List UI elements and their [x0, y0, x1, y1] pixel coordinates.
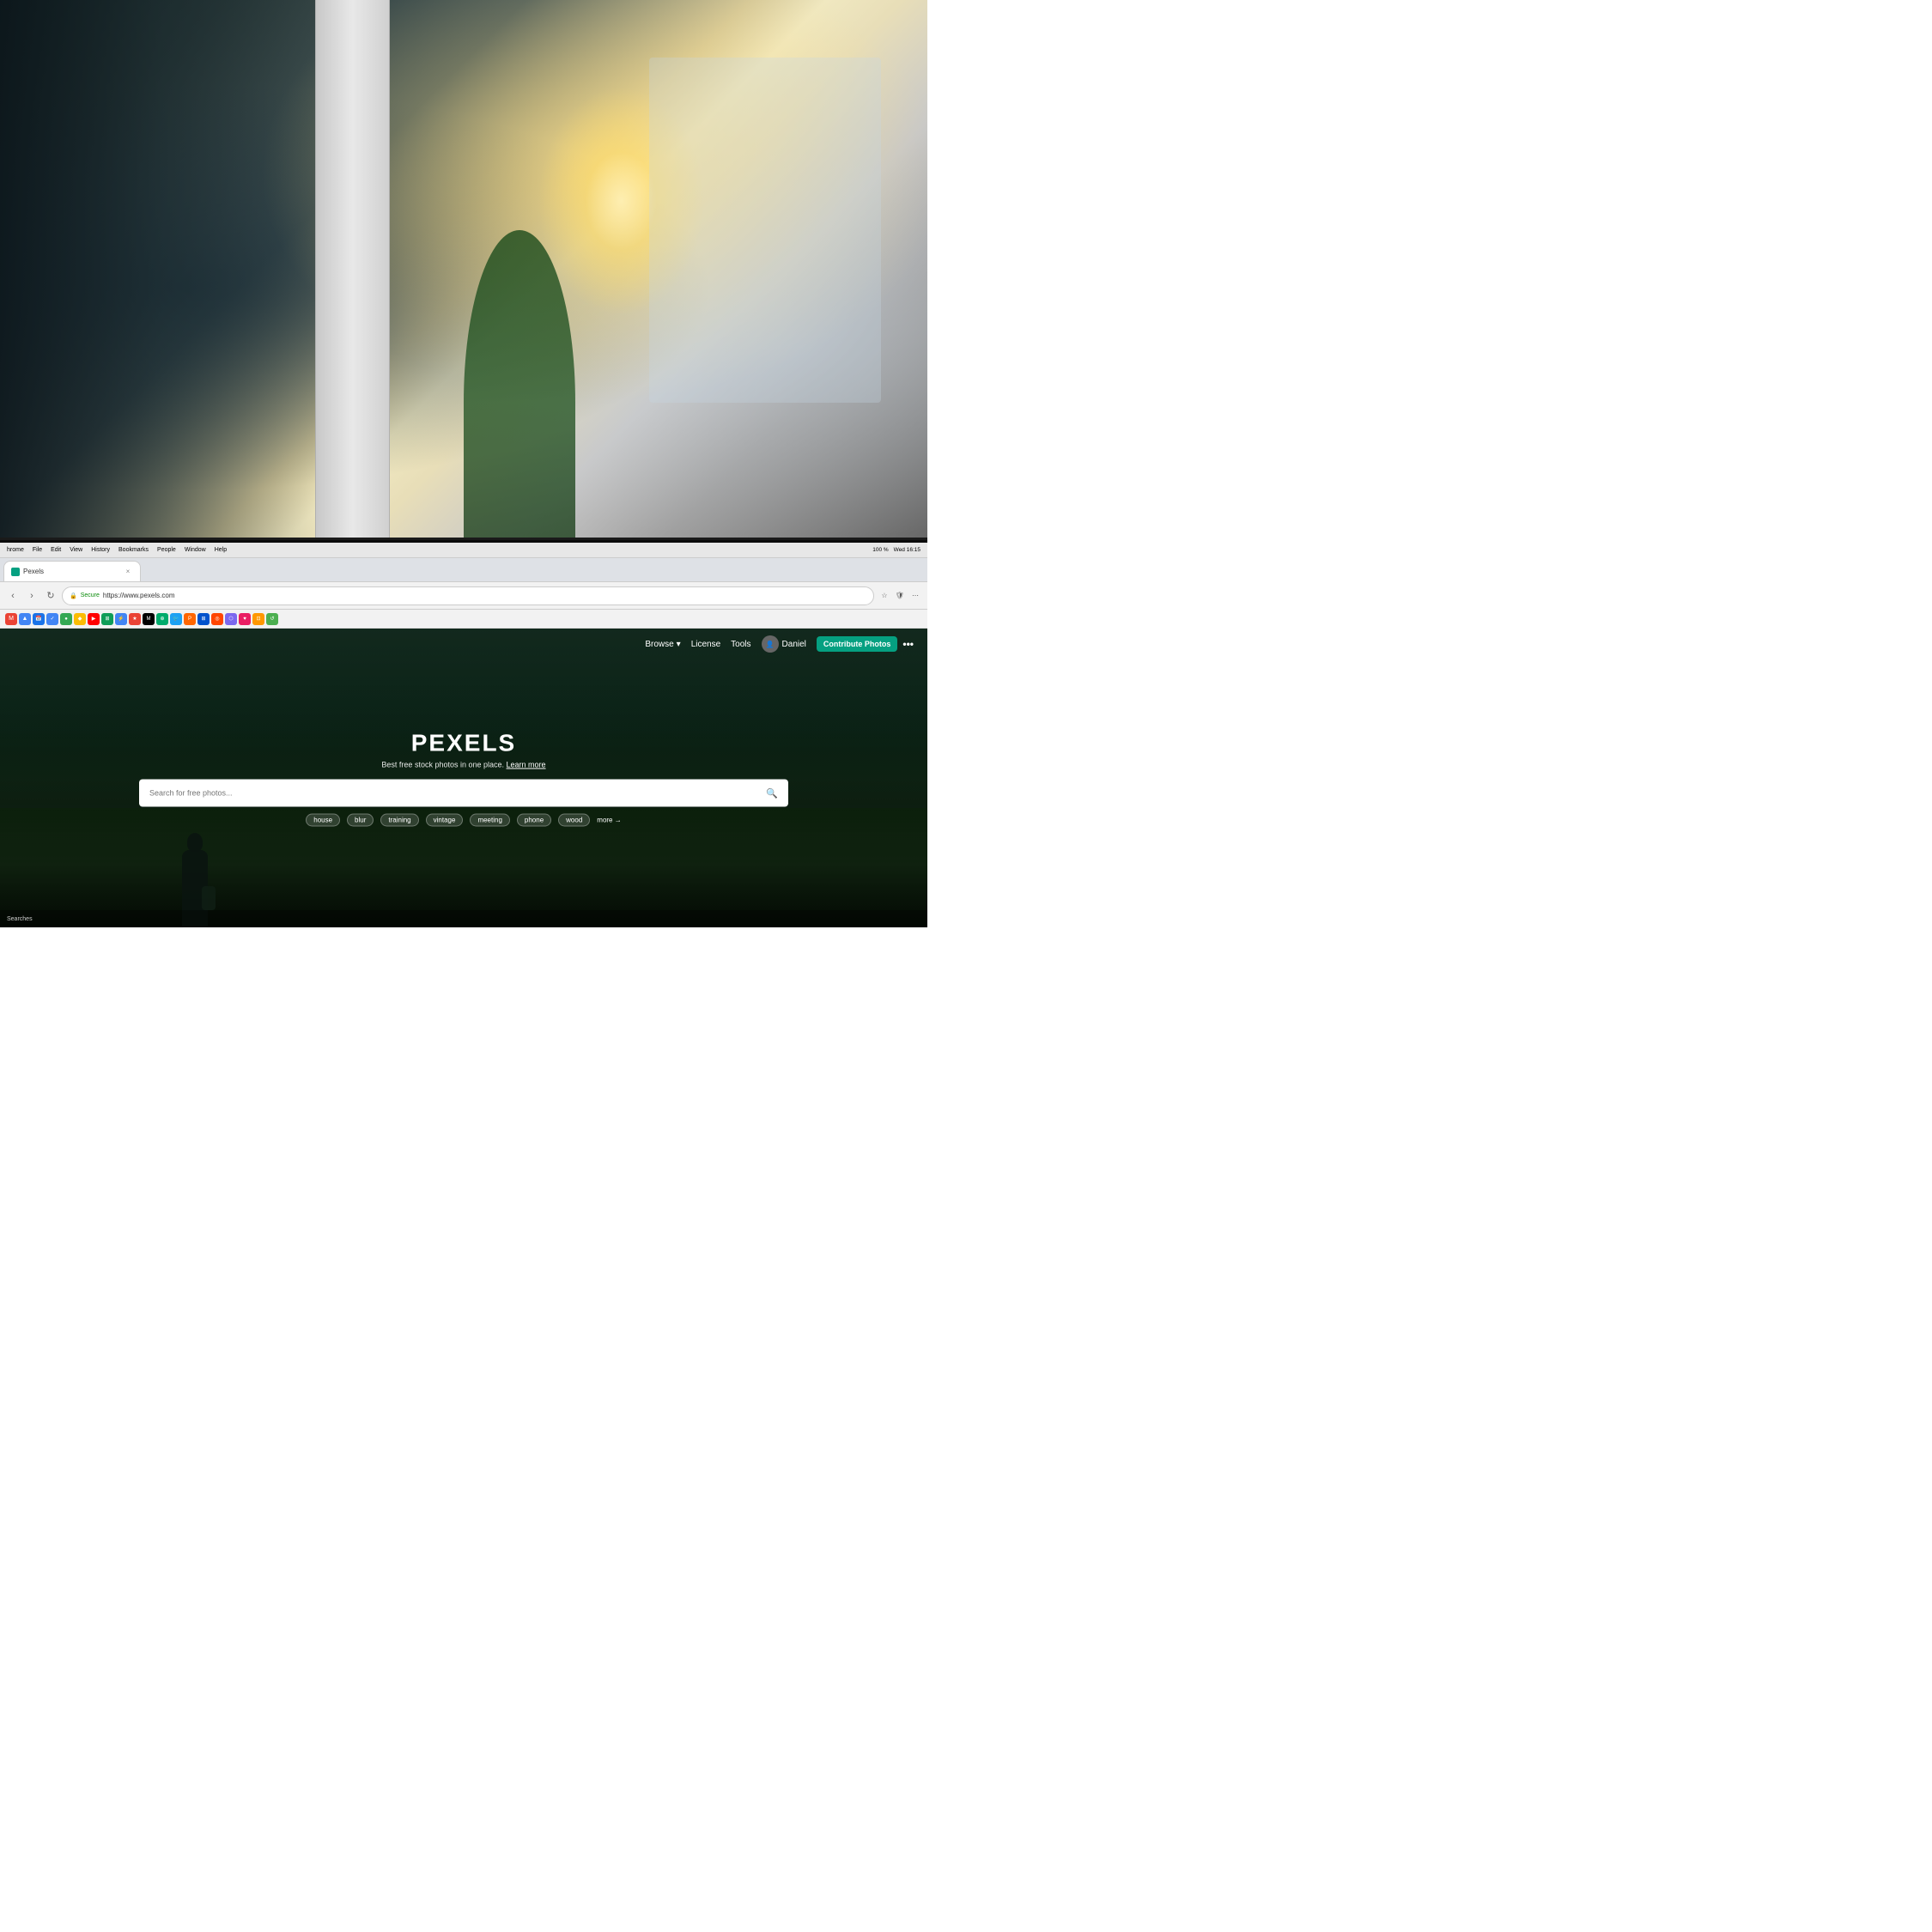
- menubar-left: hrome File Edit View History Bookmarks P…: [7, 547, 227, 553]
- menu-window[interactable]: Window: [185, 547, 206, 553]
- app5-icon[interactable]: ●: [60, 613, 72, 625]
- app12-icon[interactable]: ⊕: [156, 613, 168, 625]
- system-menubar: hrome File Edit View History Bookmarks P…: [0, 543, 927, 558]
- pexels-website: Browse ▾ License Tools 👤 Daniel Contribu…: [0, 629, 927, 927]
- tab-close-button[interactable]: ×: [123, 567, 133, 577]
- app20-icon[interactable]: ↺: [266, 613, 278, 625]
- contribute-photos-button[interactable]: Contribute Photos: [817, 636, 898, 652]
- monitor-screen: hrome File Edit View History Bookmarks P…: [0, 543, 927, 927]
- browser-window: hrome File Edit View History Bookmarks P…: [0, 543, 927, 927]
- username-label: Daniel: [782, 640, 806, 649]
- pillar: [315, 0, 389, 575]
- search-suggestions: house blur training vintage meeting phon…: [139, 814, 788, 827]
- suggestion-wood[interactable]: wood: [558, 814, 590, 827]
- battery-indicator: 100 %: [872, 547, 888, 553]
- lock-icon: 🔒: [70, 592, 77, 599]
- menu-edit[interactable]: Edit: [51, 547, 61, 553]
- app6-icon[interactable]: ◆: [74, 613, 86, 625]
- app18-icon[interactable]: ♥: [239, 613, 251, 625]
- youtube-icon[interactable]: ▶: [88, 613, 100, 625]
- menu-bookmarks[interactable]: Bookmarks: [118, 547, 149, 553]
- person-backpack: [202, 886, 216, 910]
- browse-label: Browse: [645, 640, 673, 649]
- tab-bar: Pexels ×: [0, 558, 927, 582]
- app15-icon[interactable]: ⊞: [197, 613, 210, 625]
- back-button[interactable]: ‹: [5, 588, 21, 604]
- tasks-icon[interactable]: ✓: [46, 613, 58, 625]
- menubar-right: 100 % Wed 16:15: [872, 547, 920, 553]
- more-nav-button[interactable]: •••: [902, 638, 914, 650]
- person-head: [187, 833, 203, 852]
- search-icon: 🔍: [766, 787, 778, 799]
- tab-title: Pexels: [23, 568, 44, 575]
- background-photo: [0, 0, 927, 575]
- tools-nav-item[interactable]: Tools: [731, 640, 750, 649]
- extensions-icon[interactable]: ⋯: [908, 589, 922, 603]
- url-bar[interactable]: 🔒 Secure https://www.pexels.com: [62, 586, 874, 605]
- menu-help[interactable]: Help: [215, 547, 227, 553]
- clock: Wed 16:15: [894, 547, 920, 553]
- menu-history[interactable]: History: [91, 547, 110, 553]
- plant: [464, 230, 575, 575]
- suggestion-phone[interactable]: phone: [517, 814, 551, 827]
- more-suggestions-link[interactable]: more →: [597, 817, 621, 824]
- menu-people[interactable]: People: [157, 547, 176, 553]
- search-box[interactable]: 🔍: [139, 780, 788, 807]
- pexels-hero: Browse ▾ License Tools 👤 Daniel Contribu…: [0, 629, 927, 927]
- user-avatar[interactable]: 👤: [762, 635, 779, 653]
- app19-icon[interactable]: ⊡: [252, 613, 264, 625]
- windows-area: [649, 58, 881, 403]
- secure-label: Secure: [81, 592, 100, 598]
- menu-view[interactable]: View: [70, 547, 82, 553]
- suggestion-house[interactable]: house: [306, 814, 340, 827]
- refresh-button[interactable]: ↻: [43, 588, 58, 604]
- suggestion-meeting[interactable]: meeting: [470, 814, 509, 827]
- suggestion-vintage[interactable]: vintage: [426, 814, 464, 827]
- browse-nav-item[interactable]: Browse ▾: [645, 640, 680, 649]
- app-menu-chrome[interactable]: hrome: [7, 547, 24, 553]
- pexels-tab[interactable]: Pexels ×: [3, 561, 141, 581]
- browser-toolbar-icons: M ▲ 📅 ✓ ● ◆ ▶ ⊞ ⚡ ★ M ⊕ 🐦 P ⊞ ◎ ⬡ ♥ ⊡ ↺: [0, 610, 927, 629]
- suggestion-training[interactable]: training: [380, 814, 418, 827]
- forward-button[interactable]: ›: [24, 588, 39, 604]
- hero-content: PEXELS Best free stock photos in one pla…: [139, 730, 788, 827]
- calendar-icon[interactable]: 📅: [33, 613, 45, 625]
- app13-icon[interactable]: 🐦: [170, 613, 182, 625]
- monitor-bezel: hrome File Edit View History Bookmarks P…: [0, 538, 927, 927]
- suggestion-blur[interactable]: blur: [347, 814, 374, 827]
- medium-icon[interactable]: M: [143, 613, 155, 625]
- url-display: https://www.pexels.com: [103, 592, 175, 599]
- menu-file[interactable]: File: [33, 547, 42, 553]
- license-nav-item[interactable]: License: [691, 640, 720, 649]
- browse-chevron-icon: ▾: [677, 640, 681, 649]
- pexels-logo: PEXELS: [139, 730, 788, 757]
- pexels-navigation: Browse ▾ License Tools 👤 Daniel Contribu…: [0, 629, 927, 659]
- app10-icon[interactable]: ★: [129, 613, 141, 625]
- status-text: Searches: [7, 916, 33, 922]
- app14-icon[interactable]: P: [184, 613, 196, 625]
- bookmark-icon[interactable]: ☆: [878, 589, 891, 603]
- hero-subtitle: Best free stock photos in one place. Lea…: [139, 761, 788, 769]
- status-bar: Searches: [0, 910, 927, 927]
- search-input[interactable]: [149, 789, 759, 798]
- gdrive-icon[interactable]: ▲: [19, 613, 31, 625]
- shield-icon[interactable]: 🛡: [893, 589, 907, 603]
- tab-favicon: [11, 568, 20, 576]
- address-bar: ‹ › ↻ 🔒 Secure https://www.pexels.com ☆ …: [0, 582, 927, 610]
- app17-icon[interactable]: ⬡: [225, 613, 237, 625]
- app16-icon[interactable]: ◎: [211, 613, 223, 625]
- subtitle-text: Best free stock photos in one place.: [381, 761, 504, 769]
- gmail-icon[interactable]: M: [5, 613, 17, 625]
- toolbar-icons-right: ☆ 🛡 ⋯: [878, 589, 922, 603]
- app9-icon[interactable]: ⚡: [115, 613, 127, 625]
- learn-more-link[interactable]: Learn more: [507, 761, 546, 769]
- sheets-icon[interactable]: ⊞: [101, 613, 113, 625]
